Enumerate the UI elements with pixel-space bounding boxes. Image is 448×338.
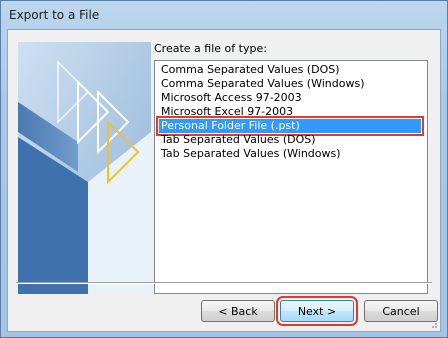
list-item-csv-windows[interactable]: Comma Separated Values (Windows) bbox=[159, 77, 367, 91]
list-item-excel[interactable]: Microsoft Excel 97-2003 bbox=[159, 105, 295, 119]
list-item-access[interactable]: Microsoft Access 97-2003 bbox=[159, 91, 304, 105]
dialog-body: Create a file of type: Comma Separated V… bbox=[7, 29, 441, 332]
list-item-tsv-dos[interactable]: Tab Separated Values (DOS) bbox=[159, 133, 318, 147]
file-type-prompt: Create a file of type: bbox=[154, 42, 267, 55]
cancel-button[interactable]: Cancel bbox=[364, 300, 438, 322]
title-bar[interactable]: Export to a File bbox=[1, 1, 447, 29]
resize-grip-icon[interactable] bbox=[428, 319, 438, 329]
export-dialog-window: Export to a File Create a file of type: … bbox=[0, 0, 448, 338]
list-item-pst-selected[interactable]: Personal Folder File (.pst) bbox=[156, 116, 424, 136]
wizard-graphic bbox=[18, 42, 151, 294]
window-title: Export to a File bbox=[9, 8, 100, 22]
footer-divider bbox=[16, 282, 432, 284]
list-item-tsv-windows[interactable]: Tab Separated Values (Windows) bbox=[159, 147, 343, 161]
next-button[interactable]: Next > bbox=[276, 296, 358, 326]
file-type-listbox[interactable]: Comma Separated Values (DOS) Comma Separ… bbox=[154, 60, 428, 294]
list-item-csv-dos[interactable]: Comma Separated Values (DOS) bbox=[159, 63, 342, 77]
back-button[interactable]: < Back bbox=[201, 300, 275, 322]
